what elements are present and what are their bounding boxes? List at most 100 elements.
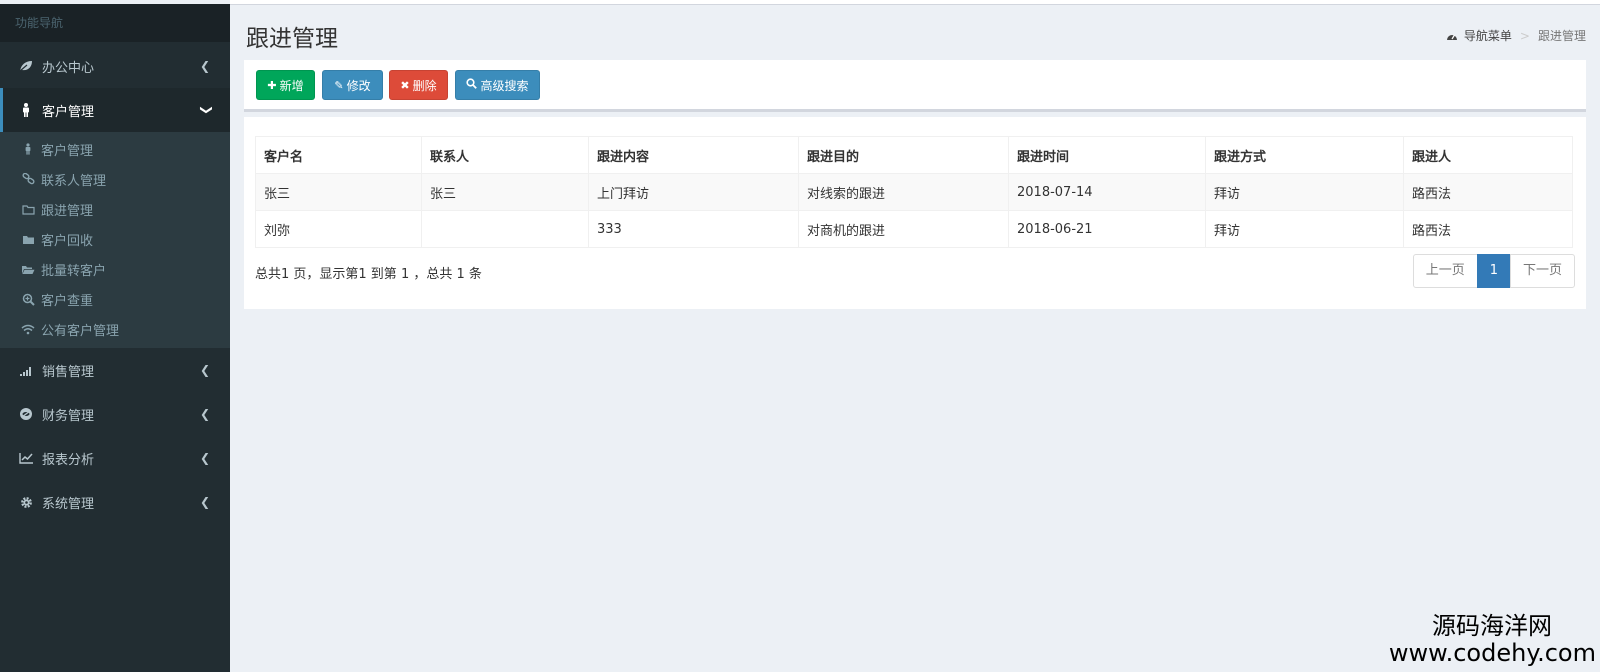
table-cell xyxy=(421,210,589,248)
folder-icon xyxy=(20,234,36,245)
table-cell: 2018-06-21 xyxy=(1008,210,1206,248)
table-cell: 对线索的跟进 xyxy=(798,173,1009,211)
column-header[interactable]: 跟进目的 xyxy=(798,136,1009,174)
toolbar-box: ✚ 新增 ✎ 修改 ✖ 删除 高级搜索 xyxy=(244,60,1586,112)
chevron-left-icon: ❮ xyxy=(199,451,210,465)
submenu-item-label: 联系人管理 xyxy=(41,173,107,189)
sidebar-item-label: 销售管理 xyxy=(42,364,95,380)
eye-slash-icon xyxy=(18,407,34,421)
watermark-title: 源码海洋网 xyxy=(1432,612,1552,640)
column-header[interactable]: 联系人 xyxy=(421,136,589,174)
column-header[interactable]: 跟进内容 xyxy=(588,136,799,174)
sidebar-item-label: 系统管理 xyxy=(42,496,95,512)
sidebar-item-reports[interactable]: 报表分析 ❮ xyxy=(0,436,230,480)
folder-o-icon xyxy=(20,204,36,215)
signal-icon xyxy=(18,365,34,376)
table-cell: 刘弥 xyxy=(255,210,422,248)
delete-button[interactable]: ✖ 删除 xyxy=(389,70,448,100)
submenu-item-contacts[interactable]: 联系人管理 xyxy=(0,164,230,194)
submenu-item-label: 客户回收 xyxy=(41,233,94,249)
page-title: 跟进管理 xyxy=(246,26,338,52)
submenu-item-label: 批量转客户 xyxy=(41,263,107,279)
prev-page-button[interactable]: 上一页 xyxy=(1412,254,1478,288)
table-cell: 上门拜访 xyxy=(588,173,799,211)
edit-button[interactable]: ✎ 修改 xyxy=(322,70,383,100)
submenu-item-label: 跟进管理 xyxy=(41,203,94,219)
table-cell: 对商机的跟进 xyxy=(798,210,1009,248)
breadcrumb-home-link[interactable]: 导航菜单 xyxy=(1464,27,1512,44)
sidebar-item-label: 客户管理 xyxy=(42,104,95,120)
chevron-left-icon: ❮ xyxy=(199,363,210,377)
column-header[interactable]: 跟进时间 xyxy=(1008,136,1206,174)
submenu-item-duplicate-check[interactable]: 客户查重 xyxy=(0,284,230,314)
chevron-left-icon: ❮ xyxy=(199,59,210,73)
wifi-icon xyxy=(20,324,36,335)
sidebar-item-finance[interactable]: 财务管理 ❮ xyxy=(0,392,230,436)
add-button[interactable]: ✚ 新增 xyxy=(256,70,315,100)
watermark-url: www.codehy.com xyxy=(1388,639,1596,667)
watermark: 源码海洋网 www.codehy.com xyxy=(1389,612,1596,666)
column-header[interactable]: 客户名 xyxy=(255,136,422,174)
table-row[interactable]: 刘弥 333 对商机的跟进 2018-06-21 拜访 路西法 xyxy=(255,210,1573,248)
table-cell: 拜访 xyxy=(1205,210,1404,248)
submenu-item-label: 客户管理 xyxy=(41,143,94,159)
edit-button-label: 修改 xyxy=(346,78,371,93)
advanced-search-button-label: 高级搜索 xyxy=(480,78,529,93)
line-chart-icon xyxy=(18,452,34,464)
pagination-summary: 总共1 页，显示第1 到第 1 ，总共 1 条 xyxy=(255,267,482,282)
sidebar-item-label: 财务管理 xyxy=(42,408,95,424)
gear-icon xyxy=(18,496,34,509)
link-icon xyxy=(20,173,36,185)
submenu-item-label: 公有客户管理 xyxy=(41,323,120,339)
male-icon xyxy=(18,103,34,117)
chevron-down-icon: ❮ xyxy=(197,104,212,116)
table-cell: 路西法 xyxy=(1403,210,1573,248)
column-header[interactable]: 跟进方式 xyxy=(1205,136,1404,174)
next-page-button[interactable]: 下一页 xyxy=(1509,254,1575,288)
submenu-customer: 客户管理 联系人管理 跟进管理 客户回收 批量转客户 客户查重 公有客户管理 xyxy=(0,132,230,348)
chevron-left-icon: ❮ xyxy=(199,407,210,421)
breadcrumb: 导航菜单 > 跟进管理 xyxy=(1446,27,1586,44)
sidebar-item-sales[interactable]: 销售管理 ❮ xyxy=(0,348,230,392)
table-cell: 张三 xyxy=(421,173,589,211)
sidebar: 功能导航 办公中心 ❮ 客户管理 ❮ 客户管理 联系人管理 跟进管理 客户回收 xyxy=(0,4,230,672)
page-number-button[interactable]: 1 xyxy=(1476,254,1511,288)
submenu-item-batch-convert[interactable]: 批量转客户 xyxy=(0,254,230,284)
content-wrapper: 跟进管理 导航菜单 > 跟进管理 ✚ 新增 ✎ 修改 ✖ 删除 高级搜索 客户名… xyxy=(230,5,1600,672)
sidebar-item-label: 报表分析 xyxy=(42,452,95,468)
table-row[interactable]: 张三 张三 上门拜访 对线索的跟进 2018-07-14 拜访 路西法 xyxy=(255,173,1573,211)
male-icon xyxy=(20,143,36,155)
followup-table: 客户名 联系人 跟进内容 跟进目的 跟进时间 跟进方式 跟进人 张三 张三 上门… xyxy=(255,136,1573,248)
sidebar-header: 功能导航 xyxy=(0,4,230,42)
search-icon xyxy=(466,78,478,92)
chevron-left-icon: ❮ xyxy=(199,495,210,509)
table-cell: 路西法 xyxy=(1403,173,1573,211)
advanced-search-button[interactable]: 高级搜索 xyxy=(455,70,540,100)
dashboard-icon xyxy=(1446,31,1458,41)
submenu-item-public-customers[interactable]: 公有客户管理 xyxy=(0,314,230,344)
sidebar-item-customer[interactable]: 客户管理 ❮ xyxy=(0,88,230,132)
table-cell: 拜访 xyxy=(1205,173,1404,211)
search-plus-icon xyxy=(20,293,36,306)
breadcrumb-current: 跟进管理 xyxy=(1537,29,1586,43)
submenu-item-label: 客户查重 xyxy=(41,293,94,309)
table-cell: 2018-07-14 xyxy=(1008,173,1206,211)
pagination: 上一页 1 下一页 xyxy=(1412,254,1575,288)
submenu-item-followup[interactable]: 跟进管理 xyxy=(0,194,230,224)
folder-open-icon xyxy=(20,264,36,275)
sidebar-item-system[interactable]: 系统管理 ❮ xyxy=(0,480,230,524)
add-button-label: 新增 xyxy=(279,78,304,93)
delete-button-label: 删除 xyxy=(412,78,437,93)
sidebar-item-office[interactable]: 办公中心 ❮ xyxy=(0,44,230,88)
table-cell: 张三 xyxy=(255,173,422,211)
close-icon: ✖ xyxy=(400,78,410,92)
leaf-icon xyxy=(18,60,34,72)
submenu-item-customer-manage[interactable]: 客户管理 xyxy=(0,134,230,164)
table-cell: 333 xyxy=(588,210,799,248)
table-header-row: 客户名 联系人 跟进内容 跟进目的 跟进时间 跟进方式 跟进人 xyxy=(255,136,1573,174)
table-box: 客户名 联系人 跟进内容 跟进目的 跟进时间 跟进方式 跟进人 张三 张三 上门… xyxy=(244,117,1586,309)
submenu-item-recycle[interactable]: 客户回收 xyxy=(0,224,230,254)
edit-icon: ✎ xyxy=(334,78,344,92)
column-header[interactable]: 跟进人 xyxy=(1403,136,1573,174)
plus-icon: ✚ xyxy=(267,78,277,92)
